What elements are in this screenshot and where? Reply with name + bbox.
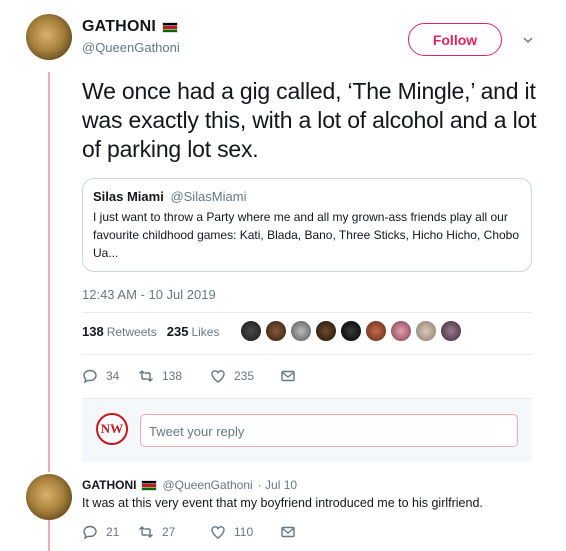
retweet-icon: [139, 526, 153, 538]
tweet-actions: 34 138 235: [82, 368, 296, 384]
retweets-count: 138: [82, 324, 104, 339]
retweet-count: 27: [162, 525, 176, 539]
like-action[interactable]: 110: [210, 524, 280, 540]
tweet-text: We once had a gig called, ‘The Mingle,’ …: [82, 78, 537, 162]
reply-actions: 21 27 110: [82, 524, 296, 540]
like-count: 235: [234, 369, 255, 383]
reply-count: 21: [106, 525, 120, 539]
reply-icon: [83, 525, 97, 540]
quoted-tweet[interactable]: Silas Miami @SilasMiami I just want to t…: [82, 178, 532, 272]
divider: [82, 312, 532, 313]
liker-avatar[interactable]: [265, 320, 287, 342]
reply-input[interactable]: Tweet your reply: [140, 414, 518, 447]
retweets-label: Retweets: [106, 325, 157, 339]
liker-avatar[interactable]: [390, 320, 412, 342]
retweet-count: 138: [162, 369, 183, 383]
liker-avatar[interactable]: [415, 320, 437, 342]
reply-author-avatar[interactable]: [26, 474, 72, 520]
envelope-icon: [281, 370, 295, 382]
reply-action[interactable]: 34: [82, 368, 138, 384]
likes-stat[interactable]: 235 Likes: [167, 324, 220, 339]
liker-avatar[interactable]: [240, 320, 262, 342]
reply-author-handle[interactable]: @QueenGathoni: [162, 478, 252, 492]
retweet-icon: [139, 370, 153, 382]
retweet-action[interactable]: 27: [138, 524, 210, 540]
author-handle[interactable]: @QueenGathoni: [82, 40, 180, 55]
liker-avatar[interactable]: [315, 320, 337, 342]
message-action[interactable]: [280, 524, 296, 540]
retweet-action[interactable]: 138: [138, 368, 210, 384]
user-avatar-logo[interactable]: NW: [96, 413, 128, 445]
liker-avatar[interactable]: [290, 320, 312, 342]
author-name-row: GATHONI: [82, 18, 178, 36]
liker-avatar[interactable]: [340, 320, 362, 342]
quoted-tweet-text: I just want to throw a Party where me an…: [93, 210, 520, 260]
kenya-flag-icon: [141, 479, 158, 491]
envelope-icon: [281, 526, 295, 538]
heart-icon: [211, 526, 225, 539]
message-action[interactable]: [280, 368, 296, 384]
author-avatar[interactable]: [26, 14, 72, 60]
thread-line: [48, 72, 50, 472]
reply-author-name[interactable]: GATHONI: [82, 478, 136, 492]
reply-header: GATHONI @QueenGathoni · Jul 10: [82, 478, 297, 492]
reply-icon: [83, 369, 97, 384]
kenya-flag-icon: [162, 21, 178, 33]
like-action[interactable]: 235: [210, 368, 280, 384]
quoted-author-handle: @SilasMiami: [170, 189, 247, 204]
likes-count: 235: [166, 324, 189, 339]
reply-action[interactable]: 21: [82, 524, 138, 540]
like-count: 110: [234, 525, 254, 539]
heart-icon: [211, 370, 225, 383]
thread-line: [48, 520, 50, 551]
divider: [82, 354, 532, 355]
liker-avatar[interactable]: [365, 320, 387, 342]
follow-button[interactable]: Follow: [408, 23, 502, 56]
tweet-timestamp[interactable]: 12:43 AM - 10 Jul 2019: [82, 287, 216, 302]
reply-text: It was at this very event that my boyfri…: [82, 496, 483, 510]
tweet-stats: 138 Retweets 235 Likes: [82, 324, 219, 339]
quoted-tweet-header: Silas Miami @SilasMiami: [93, 189, 521, 204]
reply-composer: NW Tweet your reply: [82, 398, 532, 462]
chevron-down-icon[interactable]: [523, 34, 533, 44]
author-name[interactable]: GATHONI: [82, 18, 156, 36]
reply-date[interactable]: · Jul 10: [258, 478, 297, 492]
likes-label: Likes: [191, 325, 220, 339]
liker-avatar[interactable]: [440, 320, 462, 342]
liker-avatars: [240, 320, 462, 342]
retweets-stat[interactable]: 138 Retweets: [82, 324, 157, 339]
reply-count: 34: [106, 369, 120, 383]
quoted-author-name: Silas Miami: [93, 189, 164, 204]
